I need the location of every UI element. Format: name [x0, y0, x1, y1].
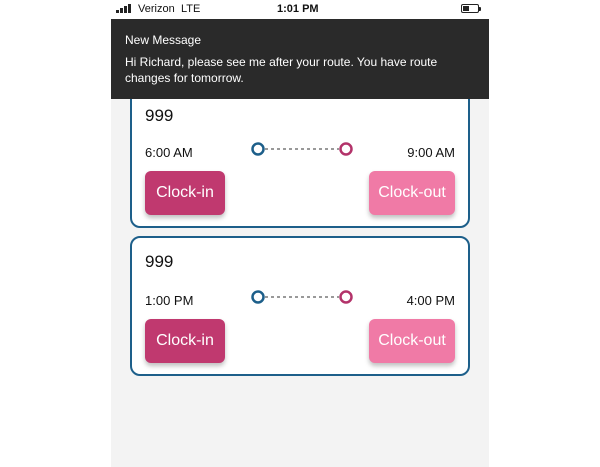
- route-card: 999 6:00 AM 9:00 AM Clock-in Clock-out: [130, 88, 470, 228]
- route-card: 999 1:00 PM 4:00 PM Clock-in Clock-out: [130, 236, 470, 376]
- network-label: LTE: [181, 3, 201, 15]
- end-circle-icon: [339, 142, 353, 156]
- status-bar: Verizon LTE 1:01 PM: [111, 0, 489, 19]
- route-timeline: [251, 142, 353, 156]
- message-notification[interactable]: New Message Hi Richard, please see me af…: [111, 19, 489, 99]
- start-circle-icon: [251, 290, 265, 304]
- route-end-time: 9:00 AM: [407, 145, 455, 160]
- start-circle-icon: [251, 142, 265, 156]
- route-number: 999: [145, 106, 174, 125]
- signal-bars-icon: [116, 4, 131, 13]
- route-start-time: 1:00 PM: [145, 293, 194, 308]
- notification-title: New Message: [125, 33, 202, 47]
- clock-out-button[interactable]: Clock-out: [369, 171, 455, 215]
- carrier-label: Verizon: [138, 3, 175, 15]
- battery-icon: [461, 4, 481, 13]
- route-timeline: [251, 290, 353, 304]
- route-start-time: 6:00 AM: [145, 145, 193, 160]
- route-end-time: 4:00 PM: [406, 293, 455, 308]
- clock-in-button[interactable]: Clock-in: [145, 171, 225, 215]
- clock-in-button[interactable]: Clock-in: [145, 319, 225, 363]
- status-time: 1:01 PM: [277, 3, 319, 15]
- phone-screen: Verizon LTE 1:01 PM New Message Hi Richa…: [111, 0, 489, 467]
- end-circle-icon: [339, 290, 353, 304]
- notification-body: Hi Richard, please see me after your rou…: [125, 55, 438, 85]
- clock-out-button[interactable]: Clock-out: [369, 319, 455, 363]
- route-number: 999: [145, 252, 174, 271]
